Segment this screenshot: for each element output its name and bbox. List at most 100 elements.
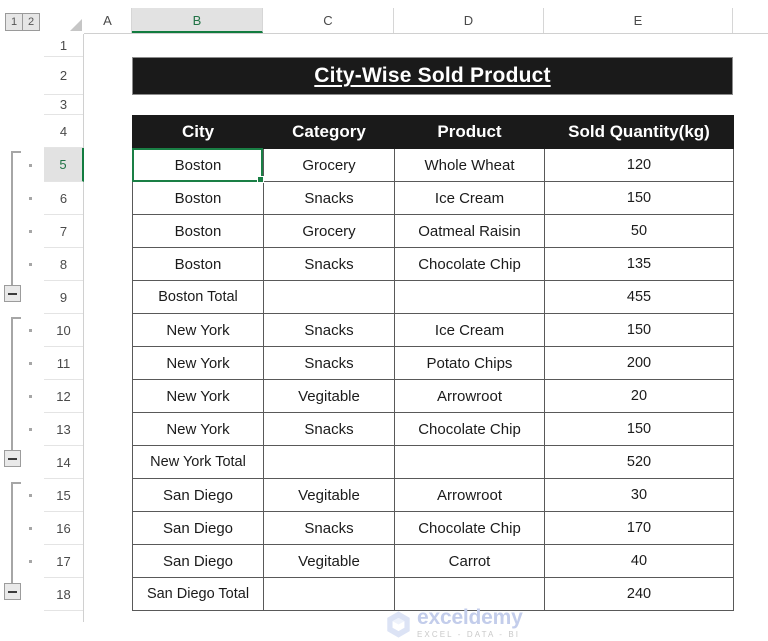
- table-cell[interactable]: 135: [544, 247, 734, 281]
- table-cell[interactable]: Boston Total: [132, 280, 264, 314]
- table-cell[interactable]: Vegitable: [263, 544, 395, 578]
- row-header-13[interactable]: 13: [44, 413, 83, 446]
- table-cell[interactable]: Boston: [132, 214, 264, 248]
- column-header-c[interactable]: C: [263, 8, 394, 33]
- table-cell[interactable]: Potato Chips: [394, 346, 545, 380]
- table-cell[interactable]: Chocolate Chip: [394, 511, 545, 545]
- sold-product-table: City Category Product Sold Quantity(kg) …: [132, 115, 734, 611]
- row-header-5[interactable]: 5: [44, 148, 84, 182]
- table-cell[interactable]: Grocery: [263, 214, 395, 248]
- table-cell[interactable]: Snacks: [263, 511, 395, 545]
- table-cell[interactable]: New York: [132, 346, 264, 380]
- table-cell[interactable]: 50: [544, 214, 734, 248]
- column-header-quantity[interactable]: Sold Quantity(kg): [544, 115, 734, 149]
- table-cell[interactable]: New York: [132, 412, 264, 446]
- table-cell[interactable]: [394, 280, 545, 314]
- table-cell[interactable]: San Diego: [132, 511, 264, 545]
- table-cell[interactable]: Snacks: [263, 412, 395, 446]
- table-cell[interactable]: New York: [132, 313, 264, 347]
- table-cell[interactable]: Snacks: [263, 181, 395, 215]
- column-header-b[interactable]: B: [132, 8, 263, 33]
- outline-level-1-button[interactable]: 1: [5, 13, 23, 31]
- outline-level-2-button[interactable]: 2: [22, 13, 40, 31]
- column-header-f[interactable]: [733, 8, 768, 33]
- table-cell[interactable]: Arrowroot: [394, 379, 545, 413]
- table-cell[interactable]: Boston: [132, 247, 264, 281]
- table-subtotal-row: New York Total 520: [132, 445, 734, 479]
- table-cell[interactable]: 20: [544, 379, 734, 413]
- group-1-bracket-line: [11, 151, 13, 285]
- table-cell[interactable]: Arrowroot: [394, 478, 545, 512]
- table-cell[interactable]: [394, 445, 545, 479]
- column-header-city[interactable]: City: [132, 115, 264, 149]
- table-cell[interactable]: 150: [544, 313, 734, 347]
- table-cell[interactable]: San Diego: [132, 478, 264, 512]
- row-header-1[interactable]: 1: [44, 34, 83, 57]
- table-cell[interactable]: 200: [544, 346, 734, 380]
- table-cell[interactable]: Vegitable: [263, 379, 395, 413]
- table-cell[interactable]: 455: [544, 280, 734, 314]
- table-cell[interactable]: Snacks: [263, 247, 395, 281]
- row-header-14[interactable]: 14: [44, 446, 83, 479]
- table-cell[interactable]: 30: [544, 478, 734, 512]
- column-header-a[interactable]: A: [84, 8, 132, 33]
- table-cell[interactable]: Vegitable: [263, 478, 395, 512]
- row-header-12[interactable]: 12: [44, 380, 83, 413]
- group-3-collapse-button[interactable]: [4, 583, 21, 600]
- row-header-2[interactable]: 2: [44, 57, 83, 95]
- table-cell[interactable]: San Diego Total: [132, 577, 264, 611]
- column-header-category[interactable]: Category: [263, 115, 395, 149]
- table-cell[interactable]: Snacks: [263, 346, 395, 380]
- group-3-bracket-line: [11, 482, 13, 583]
- table-cell[interactable]: 40: [544, 544, 734, 578]
- group-2-row-dot-12: [29, 395, 32, 398]
- table-cell[interactable]: 170: [544, 511, 734, 545]
- table-cell[interactable]: Chocolate Chip: [394, 412, 545, 446]
- table-cell[interactable]: Oatmeal Raisin: [394, 214, 545, 248]
- row-header-7[interactable]: 7: [44, 215, 83, 248]
- table-cell[interactable]: Snacks: [263, 313, 395, 347]
- table-cell[interactable]: San Diego: [132, 544, 264, 578]
- row-header-11[interactable]: 11: [44, 347, 83, 380]
- column-header-product[interactable]: Product: [394, 115, 545, 149]
- group-1-collapse-button[interactable]: [4, 285, 21, 302]
- table-cell[interactable]: Whole Wheat: [394, 148, 545, 182]
- table-cell[interactable]: [394, 577, 545, 611]
- row-header-4[interactable]: 4: [44, 115, 83, 148]
- outline-gutter: [0, 34, 44, 622]
- table-row: Boston Grocery Oatmeal Raisin 50: [132, 214, 734, 248]
- row-header-9[interactable]: 9: [44, 281, 83, 314]
- table-cell[interactable]: Boston: [132, 181, 264, 215]
- group-2-collapse-button[interactable]: [4, 450, 21, 467]
- column-header-d[interactable]: D: [394, 8, 544, 33]
- table-cell[interactable]: 120: [544, 148, 734, 182]
- row-header-17[interactable]: 17: [44, 545, 83, 578]
- table-cell[interactable]: Ice Cream: [394, 181, 545, 215]
- table-cell[interactable]: 150: [544, 412, 734, 446]
- table-cell[interactable]: [263, 577, 395, 611]
- table-cell[interactable]: [263, 445, 395, 479]
- row-header-15[interactable]: 15: [44, 479, 83, 512]
- select-all-corner[interactable]: [63, 12, 83, 32]
- table-cell[interactable]: New York: [132, 379, 264, 413]
- row-header-6[interactable]: 6: [44, 182, 83, 215]
- group-3-row-dot-15: [29, 494, 32, 497]
- table-cell[interactable]: Chocolate Chip: [394, 247, 545, 281]
- column-header-e[interactable]: E: [544, 8, 733, 33]
- table-cell[interactable]: [263, 280, 395, 314]
- row-header-8[interactable]: 8: [44, 248, 83, 281]
- table-cell[interactable]: 520: [544, 445, 734, 479]
- table-cell[interactable]: Carrot: [394, 544, 545, 578]
- row-header-18[interactable]: 18: [44, 578, 83, 611]
- table-cell[interactable]: New York Total: [132, 445, 264, 479]
- table-cell[interactable]: Boston: [132, 148, 264, 182]
- table-cell[interactable]: Grocery: [263, 148, 395, 182]
- report-title-banner[interactable]: City-Wise Sold Product: [132, 57, 733, 95]
- row-header-3[interactable]: 3: [44, 95, 83, 115]
- row-header-16[interactable]: 16: [44, 512, 83, 545]
- table-cell[interactable]: Ice Cream: [394, 313, 545, 347]
- table-cell[interactable]: 240: [544, 577, 734, 611]
- row-header-10[interactable]: 10: [44, 314, 83, 347]
- table-cell[interactable]: 150: [544, 181, 734, 215]
- spreadsheet-canvas: 1 2 A B C D E 1 2 3 4 5 6 7 8 9 10 11 12…: [0, 0, 768, 639]
